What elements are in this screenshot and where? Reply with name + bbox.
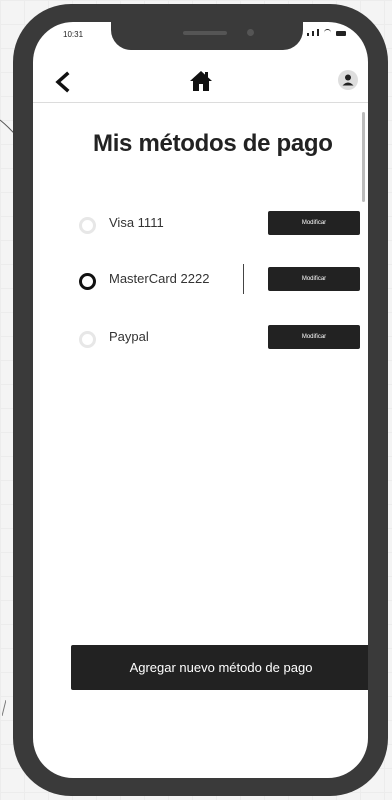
signal-icon [312,31,314,36]
user-icon[interactable] [338,70,358,90]
signal-icon [317,29,319,36]
scrollbar[interactable] [362,112,365,202]
home-icon[interactable] [188,68,214,94]
payment-method-label: Paypal [109,329,149,344]
payment-radio[interactable] [79,331,96,348]
camera-dot [247,29,254,36]
top-nav-bar [33,62,368,103]
payment-method-row: Visa 1111 Modificar [63,211,363,237]
modify-button[interactable]: Modificar [268,325,360,349]
text-cursor [243,264,244,294]
status-time: 10:31 [63,30,84,39]
payment-method-row: MasterCard 2222 Modificar [63,264,363,294]
annotation-tick [2,700,6,716]
payment-method-label: Visa 1111 [109,215,164,230]
modify-button[interactable]: Modificar [268,267,360,291]
modify-button[interactable]: Modificar [268,211,360,235]
phone-frame: 10:31 Mis métodos de pago Visa 1111 Modi… [13,4,388,796]
payment-radio-selected[interactable] [79,273,96,290]
phone-notch [111,22,303,50]
wifi-icon [324,29,331,36]
status-icons [307,29,346,36]
user-glyph [342,74,354,86]
payment-radio[interactable] [79,217,96,234]
speaker-grille [183,31,227,35]
page-title: Mis métodos de pago [93,130,333,157]
chevron-left-icon[interactable] [53,71,73,93]
battery-icon [336,31,346,36]
payment-method-label: MasterCard 2222 [109,271,210,286]
payment-method-row: Paypal Modificar [63,325,363,351]
add-payment-method-button[interactable]: Agregar nuevo método de pago [71,645,368,690]
signal-icon [307,33,309,36]
phone-screen: 10:31 Mis métodos de pago Visa 1111 Modi… [33,22,368,778]
